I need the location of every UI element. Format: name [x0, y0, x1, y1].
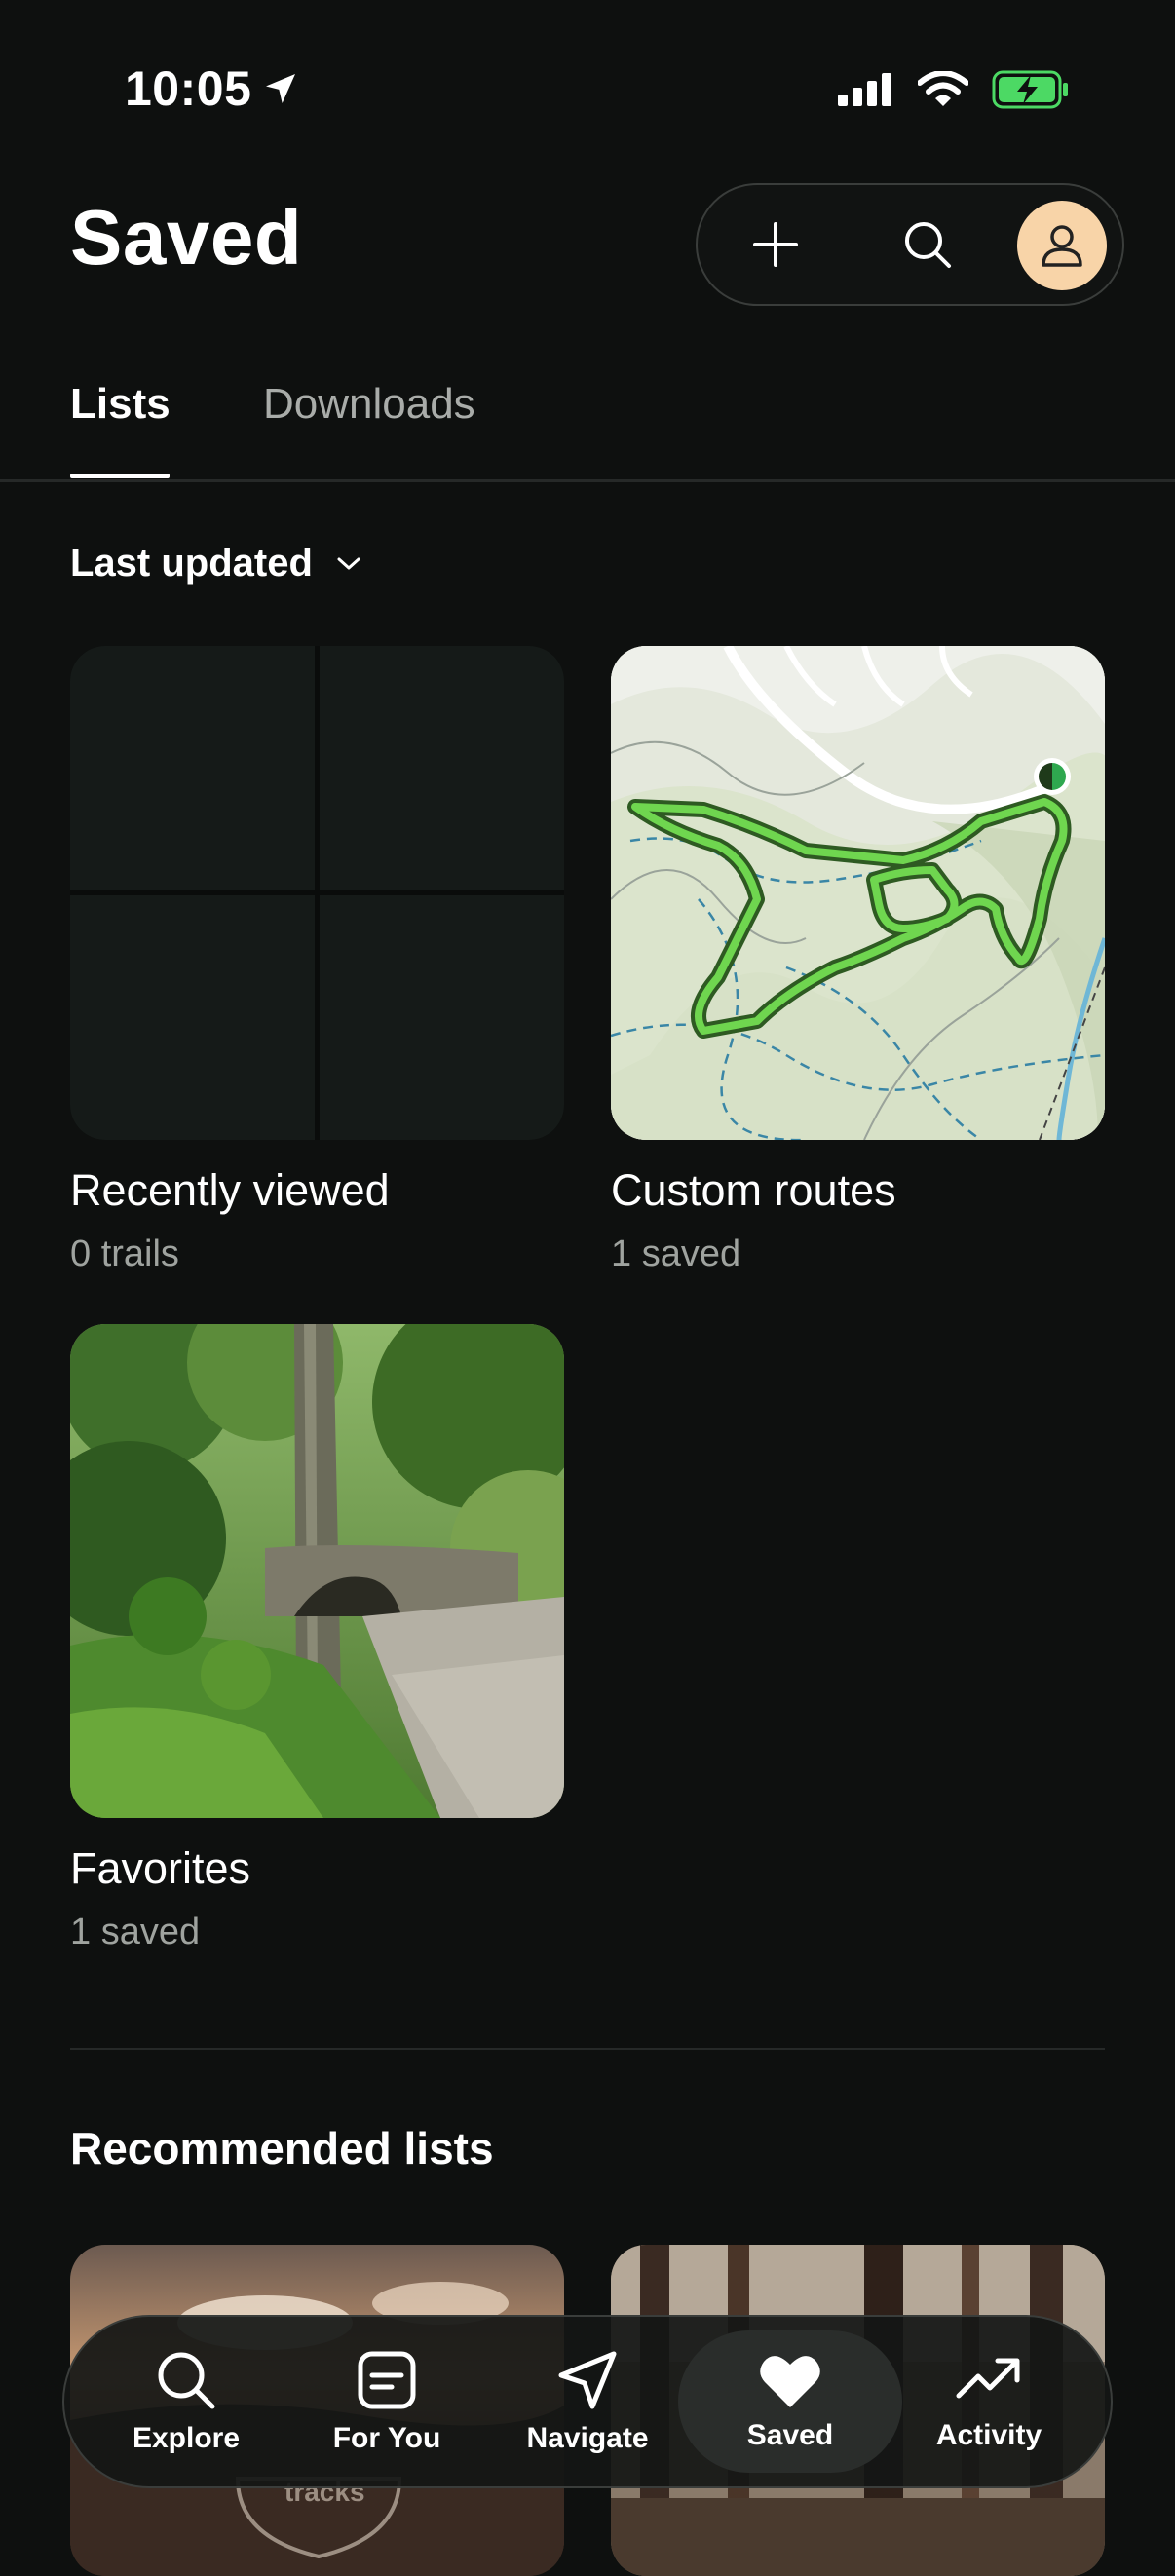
custom-routes-map-thumbnail[interactable] [611, 646, 1105, 1140]
recently-viewed-thumbnail[interactable] [70, 646, 564, 1140]
active-tab-indicator [70, 474, 170, 478]
nav-activity-label: Activity [935, 2419, 1042, 2451]
list-count-custom-routes: 1 saved [611, 1233, 741, 1274]
list-title-custom-routes[interactable]: Custom routes [611, 1165, 896, 1216]
list-title-recently-viewed[interactable]: Recently viewed [70, 1165, 390, 1216]
nav-activity[interactable]: Activity [889, 2317, 1089, 2486]
nav-for-you[interactable]: For You [286, 2317, 487, 2486]
sort-label: Last updated [70, 542, 313, 585]
heart-icon [760, 2356, 820, 2407]
note-icon [358, 2351, 416, 2409]
chevron-down-icon [337, 557, 360, 569]
plus-icon [753, 222, 798, 267]
nav-navigate[interactable]: Navigate [487, 2317, 688, 2486]
nav-navigate-label: Navigate [526, 2422, 649, 2454]
nav-explore[interactable]: Explore [86, 2317, 286, 2486]
avatar[interactable] [1017, 201, 1107, 290]
sort-dropdown[interactable]: Last updated [70, 542, 361, 586]
search-button[interactable] [869, 185, 986, 304]
user-icon [1042, 225, 1082, 267]
list-count-recently-viewed: 0 trails [70, 1233, 179, 1274]
search-icon [905, 222, 951, 268]
list-title-favorites[interactable]: Favorites [70, 1843, 250, 1894]
forest-bridge-photo [70, 1324, 564, 1818]
add-list-button[interactable] [717, 185, 834, 304]
nav-saved[interactable]: Saved [678, 2330, 902, 2473]
header-actions [696, 183, 1124, 306]
recommended-lists-title: Recommended lists [70, 2123, 494, 2174]
trend-up-icon [956, 2358, 1020, 2399]
nav-for-you-label: For You [332, 2422, 441, 2454]
tab-downloads[interactable]: Downloads [263, 380, 475, 429]
page-title: Saved [70, 194, 303, 281]
nav-saved-label: Saved [746, 2419, 834, 2451]
favorites-photo-thumbnail[interactable] [70, 1324, 564, 1818]
tab-lists[interactable]: Lists [70, 380, 171, 429]
list-count-favorites: 1 saved [70, 1912, 201, 1952]
battery-charging-icon [992, 70, 1068, 109]
topographic-map-image [611, 646, 1105, 1140]
navigate-arrow-icon [558, 2351, 617, 2409]
bottom-navigation: Explore For You Navigate Saved Activity [62, 2315, 1113, 2488]
nav-explore-label: Explore [132, 2422, 241, 2454]
cellular-signal-icon [838, 73, 891, 106]
wifi-icon [918, 71, 968, 106]
section-divider [70, 2048, 1105, 2050]
status-icons [838, 70, 1070, 109]
search-icon [158, 2352, 215, 2409]
status-time: 10:05 [125, 60, 300, 117]
location-arrow-icon [266, 74, 296, 103]
tabs-divider [0, 479, 1175, 482]
status-time-text: 10:05 [125, 61, 252, 116]
